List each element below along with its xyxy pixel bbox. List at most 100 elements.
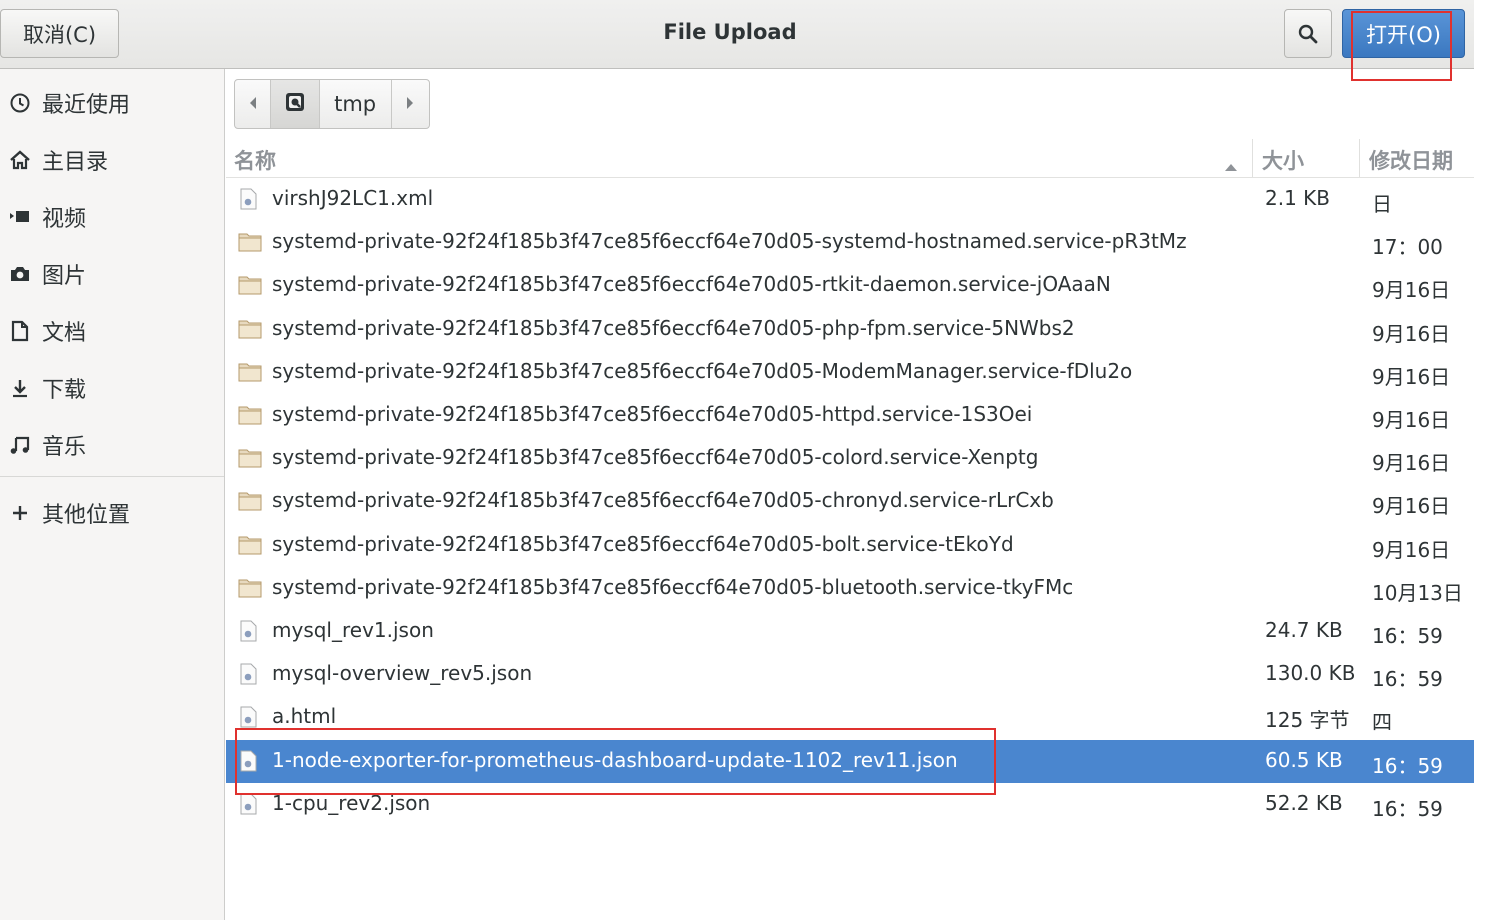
file-modified: 16：59: [1372, 624, 1443, 648]
file-row[interactable]: mysql_rev1.json 24.7 KB 16：59: [226, 610, 1474, 653]
file-row[interactable]: systemd-private-92f24f185b3f47ce85f6eccf…: [226, 394, 1474, 437]
sidebar-item-pictures[interactable]: 图片: [0, 249, 224, 299]
plus-icon: [0, 502, 40, 524]
sidebar-item-downloads[interactable]: 下载: [0, 363, 224, 413]
path-scroll-right-button[interactable]: [392, 80, 429, 128]
folder-icon: [238, 577, 262, 599]
file-name: mysql-overview_rev5.json: [272, 661, 533, 686]
file-name: systemd-private-92f24f185b3f47ce85f6eccf…: [272, 315, 1075, 340]
file-name: mysql_rev1.json: [272, 618, 434, 642]
column-divider: [1359, 139, 1360, 177]
file-row[interactable]: 1-cpu_rev2.json 52.2 KB 16：59: [226, 783, 1474, 826]
header-bar: 取消(C) File Upload 打开(O): [0, 0, 1474, 69]
path-segment-current[interactable]: tmp: [320, 80, 392, 128]
file-modified: 16：59: [1372, 753, 1443, 778]
column-modified[interactable]: 修改日期: [1369, 145, 1453, 175]
file-name: systemd-private-92f24f185b3f47ce85f6eccf…: [272, 402, 1033, 426]
file-row[interactable]: systemd-private-92f24f185b3f47ce85f6eccf…: [226, 524, 1474, 567]
folder-icon: [238, 318, 262, 340]
file-name: a.html: [272, 704, 337, 729]
file-row[interactable]: a.html 125 字节四: [226, 696, 1474, 739]
file-icon: [238, 793, 258, 815]
file-icon: [238, 750, 258, 772]
sort-ascending-icon: [1224, 153, 1238, 177]
path-bar: tmp: [234, 79, 430, 129]
sidebar-item-label: 图片: [42, 264, 87, 289]
file-icon: [238, 706, 258, 728]
file-name: 1-cpu_rev2.json: [272, 790, 431, 815]
sidebar-separator: [0, 476, 224, 477]
sidebar-item-label: 视频: [42, 207, 87, 232]
file-modified: 16：59: [1372, 667, 1443, 692]
file-row[interactable]: systemd-private-92f24f185b3f47ce85f6eccf…: [226, 437, 1474, 480]
column-divider: [1252, 139, 1253, 177]
sidebar-item-recent[interactable]: 最近使用: [0, 78, 224, 128]
file-row[interactable]: systemd-private-92f24f185b3f47ce85f6eccf…: [226, 351, 1474, 394]
video-icon: [0, 206, 40, 228]
sidebar-item-home[interactable]: 主目录: [0, 135, 224, 185]
drive-icon: [284, 91, 306, 117]
file-size: 52.2 KB: [1265, 790, 1343, 815]
file-modified: 9月16日: [1372, 451, 1451, 476]
folder-icon: [238, 404, 262, 426]
file-name: systemd-private-92f24f185b3f47ce85f6eccf…: [272, 229, 1187, 254]
file-modified: 17：00: [1372, 235, 1443, 260]
column-name[interactable]: 名称: [234, 145, 276, 175]
file-name: systemd-private-92f24f185b3f47ce85f6eccf…: [272, 358, 1133, 383]
file-modified: 10月13日: [1372, 580, 1463, 605]
file-modified: 16：59: [1372, 796, 1443, 821]
file-modified: 9月16日: [1372, 494, 1451, 519]
file-size: 130.0 KB: [1265, 661, 1356, 686]
file-icon: [238, 620, 258, 642]
file-modified: 9月16日: [1372, 364, 1451, 389]
file-name: systemd-private-92f24f185b3f47ce85f6eccf…: [272, 445, 1039, 470]
folder-icon: [238, 231, 262, 253]
sidebar-item-other-locations[interactable]: 其他位置: [0, 488, 224, 538]
file-modified: 9月16日: [1372, 408, 1451, 432]
folder-icon: [238, 274, 262, 296]
file-size: 2.1 KB: [1265, 186, 1330, 210]
sidebar-item-label: 音乐: [42, 435, 87, 460]
file-icon: [238, 188, 258, 210]
column-size[interactable]: 大小: [1262, 145, 1304, 175]
sidebar-item-videos[interactable]: 视频: [0, 192, 224, 242]
sidebar-item-documents[interactable]: 文档: [0, 306, 224, 356]
folder-icon: [238, 447, 262, 469]
sidebar-item-label: 最近使用: [42, 93, 131, 118]
path-scroll-left-button[interactable]: [235, 80, 272, 128]
open-label: 打开(O): [1366, 22, 1441, 47]
sidebar-item-label: 下载: [42, 378, 87, 403]
sidebar-item-label: 其他位置: [42, 503, 131, 528]
file-name: systemd-private-92f24f185b3f47ce85f6eccf…: [272, 488, 1054, 513]
search-icon: [1298, 24, 1318, 43]
folder-icon: [238, 361, 262, 383]
document-icon: [0, 320, 40, 342]
file-row[interactable]: systemd-private-92f24f185b3f47ce85f6eccf…: [226, 264, 1474, 307]
search-button[interactable]: [1284, 9, 1332, 58]
places-sidebar: 最近使用 主目录 视频 图片 文档 下载 音乐 其他位置: [0, 69, 225, 920]
sidebar-item-label: 文档: [42, 321, 87, 346]
file-modified: 9月16日: [1372, 537, 1451, 562]
file-row[interactable]: mysql-overview_rev5.json 130.0 KB 16：59: [226, 653, 1474, 696]
dialog-title: File Upload: [663, 20, 797, 44]
clock-icon: [0, 92, 40, 114]
file-modified: 日: [1372, 192, 1392, 216]
file-row[interactable]: systemd-private-92f24f185b3f47ce85f6eccf…: [226, 221, 1474, 264]
file-modified: 9月16日: [1372, 321, 1451, 346]
music-icon: [0, 434, 40, 456]
file-modified: 9月16日: [1372, 278, 1451, 303]
file-size: 60.5 KB: [1265, 747, 1343, 772]
file-row[interactable]: systemd-private-92f24f185b3f47ce85f6eccf…: [226, 308, 1474, 351]
file-name: virshJ92LC1.xml: [272, 186, 434, 210]
path-root-button[interactable]: [271, 80, 320, 128]
sidebar-item-label: 主目录: [42, 150, 109, 175]
sidebar-item-music[interactable]: 音乐: [0, 420, 224, 470]
file-row-selected[interactable]: 1-node-exporter-for-prometheus-dashboard…: [226, 739, 1474, 783]
column-header: 名称 大小 修改日期: [226, 139, 1474, 178]
open-button[interactable]: 打开(O): [1342, 9, 1465, 58]
file-row[interactable]: systemd-private-92f24f185b3f47ce85f6eccf…: [226, 567, 1474, 610]
file-row[interactable]: systemd-private-92f24f185b3f47ce85f6eccf…: [226, 480, 1474, 523]
home-icon: [0, 149, 40, 171]
file-name: systemd-private-92f24f185b3f47ce85f6eccf…: [272, 531, 1014, 556]
file-row[interactable]: virshJ92LC1.xml 2.1 KB 日: [226, 178, 1474, 221]
